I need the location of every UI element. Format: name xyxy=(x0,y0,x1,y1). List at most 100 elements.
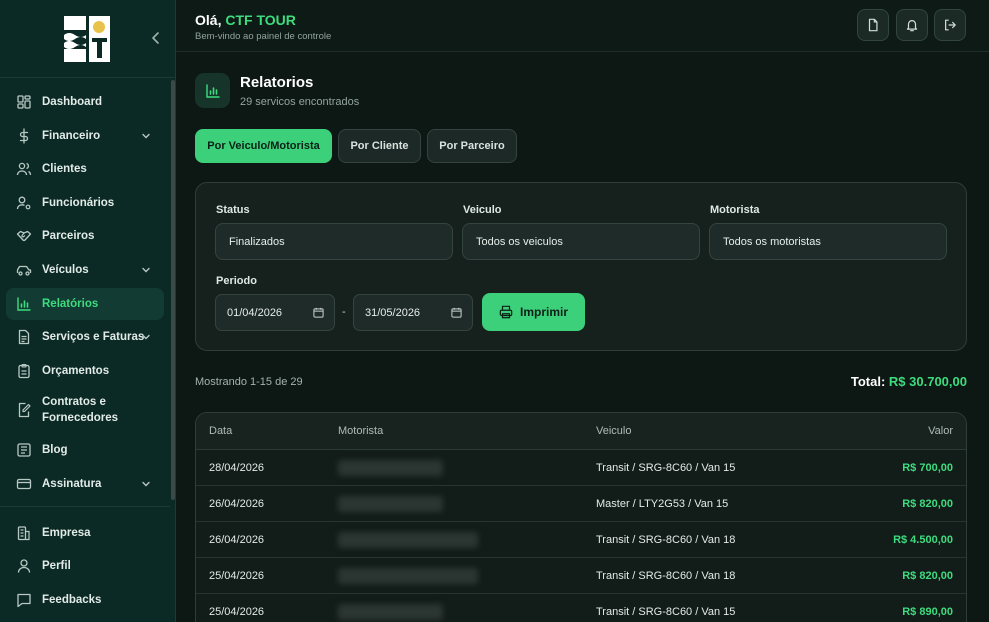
sidebar-item-dashboard[interactable]: Dashboard xyxy=(6,86,164,118)
sidebar-item-funcionarios[interactable]: Funcionários xyxy=(6,187,164,219)
cell-value: R$ 820,00 xyxy=(902,570,953,582)
printer-icon xyxy=(499,305,513,319)
table-row[interactable]: 25/04/2026 Transit / SRG-8C60 / Van 15 R… xyxy=(196,594,966,622)
clipboard-icon xyxy=(18,363,30,378)
pagination-info: Mostrando 1-15 de 29 xyxy=(195,376,303,388)
sidebar-item-label: Funcionários xyxy=(42,196,115,209)
status-select[interactable]: Finalizados xyxy=(215,223,453,260)
sidebar-item-orcamentos[interactable]: Orçamentos xyxy=(6,355,164,387)
period-label: Periodo xyxy=(216,275,257,287)
sidebar-item-blog[interactable]: Blog xyxy=(6,434,164,466)
chevron-down-icon xyxy=(142,267,150,273)
sidebar-item-label: Parceiros xyxy=(42,230,95,243)
vehicle-label: Veiculo xyxy=(463,204,502,216)
status-label: Status xyxy=(216,204,250,216)
collapse-sidebar-icon[interactable] xyxy=(148,30,164,46)
building-icon xyxy=(17,525,30,540)
table-row[interactable]: 28/04/2026 Transit / SRG-8C60 / Van 15 R… xyxy=(196,450,966,486)
sidebar-item-parceiros[interactable]: Parceiros xyxy=(6,220,164,252)
cell-date: 25/04/2026 xyxy=(209,606,265,618)
vehicle-select[interactable]: Todos os veiculos xyxy=(462,223,700,260)
column-header-driver: Motorista xyxy=(338,425,384,437)
sidebar-item-label: Assinatura xyxy=(42,477,102,490)
book-icon xyxy=(17,443,31,457)
date-from-input[interactable]: 01/04/2026 xyxy=(215,294,335,331)
sidebar-item-servicos-faturas[interactable]: Serviços e Faturas xyxy=(6,321,164,353)
top-header: Olá, CTF TOUR Bem-vindo ao painel de con… xyxy=(176,0,989,52)
greeting-prefix: Olá, xyxy=(195,12,222,28)
date-separator: - xyxy=(342,306,346,318)
file-list-icon xyxy=(18,330,30,345)
logout-button[interactable] xyxy=(934,9,966,41)
tab-veiculo-motorista[interactable]: Por Veiculo/Motorista xyxy=(195,129,332,163)
page-subtitle: 29 servicos encontrados xyxy=(240,96,360,108)
sidebar-item-veiculos[interactable]: Veículos xyxy=(6,254,164,286)
logo-area xyxy=(0,0,175,78)
filters-panel: Status Finalizados Veiculo Todos os veic… xyxy=(195,182,967,351)
tab-cliente[interactable]: Por Cliente xyxy=(338,129,421,163)
redacted-driver-name xyxy=(338,532,478,548)
greeting: Olá, CTF TOUR xyxy=(195,12,296,28)
user-cog-icon xyxy=(16,196,31,210)
report-table: Data Motorista Veiculo Valor 28/04/2026 … xyxy=(195,412,967,622)
total-label: Total: xyxy=(850,374,886,389)
message-icon xyxy=(17,593,31,607)
sidebar-item-perfil[interactable]: Perfil xyxy=(6,550,164,582)
redacted-driver-name xyxy=(338,496,443,512)
bell-icon xyxy=(906,20,918,32)
page-icon xyxy=(195,73,230,108)
tab-parceiro[interactable]: Por Parceiro xyxy=(427,129,517,163)
sidebar-item-empresa[interactable]: Empresa xyxy=(6,517,164,549)
sidebar-scrollbar[interactable] xyxy=(171,80,175,500)
sidebar-item-financeiro[interactable]: Financeiro xyxy=(6,120,164,152)
driver-select[interactable]: Todos os motoristas xyxy=(709,223,947,260)
credit-card-icon xyxy=(16,478,32,489)
cell-value: R$ 820,00 xyxy=(902,498,953,510)
table-row[interactable]: 26/04/2026 Transit / SRG-8C60 / Van 18 R… xyxy=(196,522,966,558)
sidebar-item-relatorios[interactable]: Relatórios xyxy=(6,287,164,320)
cell-vehicle: Transit / SRG-8C60 / Van 15 xyxy=(596,462,736,474)
sidebar-item-feedbacks[interactable]: Feedbacks xyxy=(6,584,164,616)
cell-date: 26/04/2026 xyxy=(209,498,265,510)
print-button[interactable]: Imprimir xyxy=(482,293,585,331)
chevron-down-icon xyxy=(142,334,150,340)
cell-vehicle: Transit / SRG-8C60 / Van 18 xyxy=(596,534,736,546)
page-title: Relatorios xyxy=(240,74,314,91)
table-row[interactable]: 25/04/2026 Transit / SRG-8C60 / Van 18 R… xyxy=(196,558,966,594)
sidebar-item-label: Financeiro xyxy=(42,129,101,142)
date-to-input[interactable]: 31/05/2026 xyxy=(353,294,473,331)
table-header: Data Motorista Veiculo Valor xyxy=(196,413,966,450)
sidebar-item-label: Relatórios xyxy=(42,297,99,310)
file-icon xyxy=(868,18,878,32)
sidebar-item-label: Feedbacks xyxy=(42,593,102,606)
cell-date: 26/04/2026 xyxy=(209,534,265,546)
user-icon xyxy=(17,559,31,573)
sidebar-item-assinatura[interactable]: Assinatura xyxy=(6,468,164,500)
cell-date: 28/04/2026 xyxy=(209,462,265,474)
calendar-icon[interactable] xyxy=(313,307,324,318)
total-summary: Total: R$ 30.700,00 xyxy=(851,374,967,389)
grid-icon xyxy=(17,95,31,109)
logo[interactable] xyxy=(63,15,111,63)
sidebar-item-label: Contratos e Fornecedores xyxy=(42,396,119,425)
sidebar-nav: Dashboard Financeiro Clientes Funcionári… xyxy=(0,86,170,617)
dollar-icon xyxy=(19,127,29,144)
cell-value: R$ 700,00 xyxy=(902,462,953,474)
calendar-icon[interactable] xyxy=(451,307,462,318)
bar-chart-icon xyxy=(205,83,220,98)
logout-icon xyxy=(945,19,956,31)
sidebar-item-label: Empresa xyxy=(42,526,91,539)
cell-value: R$ 890,00 xyxy=(902,606,953,618)
cell-vehicle: Transit / SRG-8C60 / Van 15 xyxy=(596,606,736,618)
sidebar-item-label: Blog xyxy=(42,443,68,456)
document-button[interactable] xyxy=(857,9,889,41)
notifications-button[interactable] xyxy=(896,9,928,41)
redacted-driver-name xyxy=(338,568,478,584)
car-icon xyxy=(16,265,32,276)
sidebar-item-contratos-fornecedores[interactable]: Contratos e Fornecedores xyxy=(6,388,164,432)
table-row[interactable]: 26/04/2026 Master / LTY2G53 / Van 15 R$ … xyxy=(196,486,966,522)
sidebar-item-label: Serviços e Faturas xyxy=(42,331,145,344)
sidebar-item-label: Perfil xyxy=(42,560,71,573)
cell-value: R$ 4.500,00 xyxy=(893,534,953,546)
sidebar-item-clientes[interactable]: Clientes xyxy=(6,153,164,185)
